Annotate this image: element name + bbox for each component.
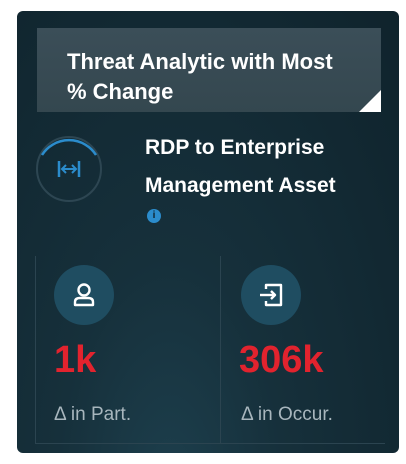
widget-title: Threat Analytic with Most % Change [67,49,333,104]
participants-change-value: 1k [54,339,97,381]
occurrences-change-value: 306k [239,339,324,381]
info-icon[interactable]: i [147,209,161,223]
title-banner: Threat Analytic with Most % Change [37,28,381,112]
user-icon [54,265,114,325]
participants-stat: 1k Δ in Part. [35,256,221,444]
title-corner-fold [359,90,381,112]
occurrences-change-label: Δ in Occur. [241,404,333,425]
threat-analytic-card: Threat Analytic with Most % Change RDP t… [17,11,399,453]
occurrences-stat: 306k Δ in Occur. [221,256,385,444]
divider [221,443,385,444]
horizontal-arrows-icon [35,135,103,203]
participants-change-label: Δ in Part. [54,404,132,425]
exit-arrow-icon [241,265,301,325]
divider [36,443,220,444]
analytic-name: RDP to Enterprise Management Asset [145,136,336,197]
